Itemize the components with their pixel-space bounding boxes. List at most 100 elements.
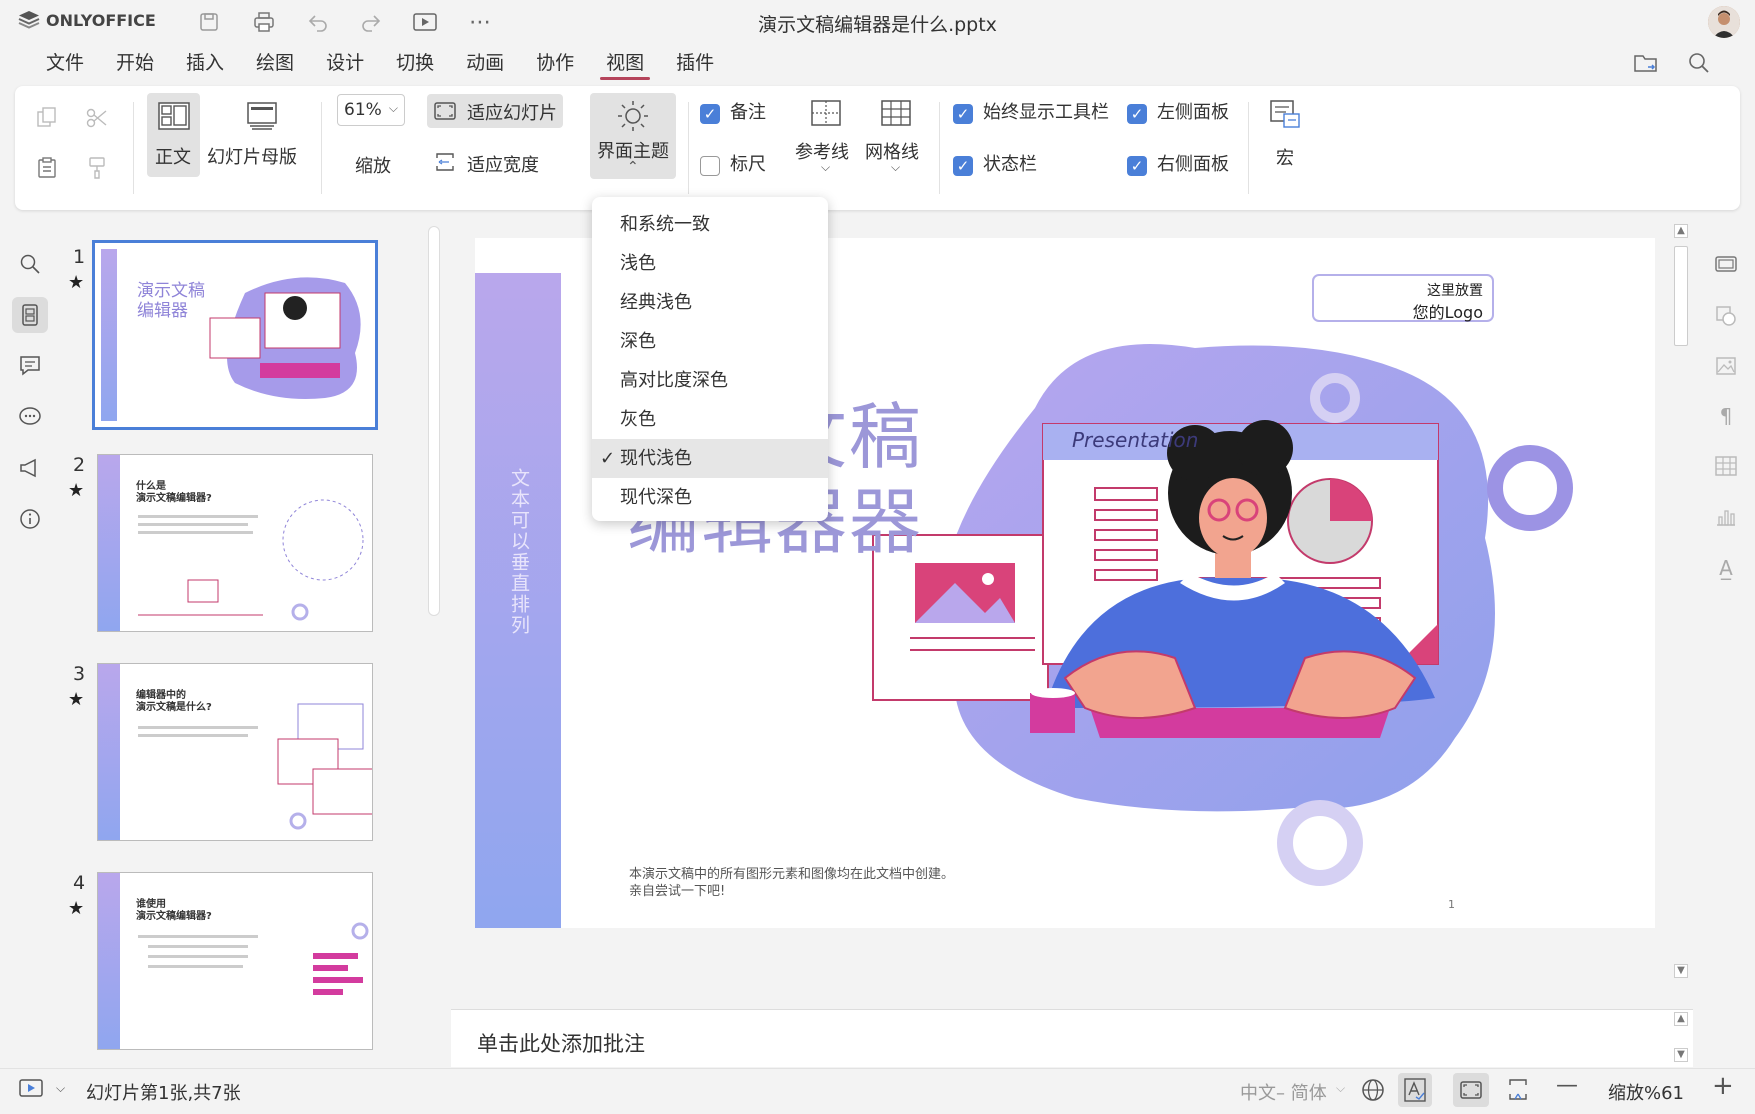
- left-panel-checkbox[interactable]: 左侧面板: [1127, 98, 1229, 124]
- scroll-thumb[interactable]: [1674, 246, 1688, 346]
- zoom-select[interactable]: 61% ⌵: [337, 94, 405, 126]
- tab-design[interactable]: 设计: [310, 44, 380, 82]
- cut-icon[interactable]: [85, 106, 109, 134]
- notes-scrollbar[interactable]: ▲ ▼: [1670, 1012, 1690, 1064]
- tab-insert[interactable]: 插入: [170, 44, 240, 82]
- image-settings-icon[interactable]: [1710, 350, 1742, 382]
- language-select[interactable]: 中文– 简体: [1240, 1079, 1327, 1105]
- tab-draw[interactable]: 绘图: [240, 44, 310, 82]
- chart-settings-icon[interactable]: [1710, 500, 1742, 532]
- slide-thumbnail-3[interactable]: 编辑器中的 演示文稿是什么?: [97, 663, 373, 841]
- thumb-1-art: [101, 249, 361, 421]
- scroll-down-icon[interactable]: ▼: [1674, 964, 1688, 978]
- notes-panel[interactable]: 单击此处添加批注: [451, 1009, 1693, 1067]
- theme-option-classic-light[interactable]: 经典浅色: [592, 283, 828, 322]
- notes-checkbox[interactable]: 备注: [700, 98, 766, 124]
- fit-slide-button[interactable]: 适应幻灯片: [427, 94, 563, 128]
- info-icon[interactable]: [12, 501, 48, 537]
- search-icon[interactable]: [12, 246, 48, 282]
- copy-icon[interactable]: [35, 106, 59, 134]
- fit-width-status-icon[interactable]: [1506, 1077, 1530, 1108]
- slide-scrollbar[interactable]: ▲ ▼: [1670, 224, 1690, 984]
- slide-settings-icon[interactable]: [1710, 248, 1742, 280]
- slide-thumbnail-4[interactable]: 谁使用 演示文稿编辑器?: [97, 872, 373, 1050]
- chevron-down-icon: ⌵: [891, 160, 901, 174]
- statusbar-check-icon: [953, 155, 973, 176]
- slide-master-button[interactable]: 幻灯片母版: [207, 93, 315, 177]
- open-location-icon[interactable]: [1632, 50, 1662, 80]
- fit-slide-status-button[interactable]: [1453, 1073, 1489, 1107]
- language-globe-icon[interactable]: [1360, 1077, 1386, 1108]
- star-icon: ★: [68, 689, 85, 710]
- comments-icon[interactable]: [12, 347, 48, 383]
- logo-placeholder-line1[interactable]: 这里放置: [1313, 280, 1483, 300]
- ruler-checkbox[interactable]: 标尺: [700, 150, 766, 176]
- theme-option-label: 现代浅色: [620, 448, 692, 469]
- guides-icon: [811, 100, 841, 126]
- scroll-up-icon[interactable]: ▲: [1674, 1012, 1688, 1026]
- text-art-settings-icon[interactable]: A̲: [1710, 552, 1742, 584]
- start-slideshow-button[interactable]: [18, 1077, 46, 1106]
- undo-icon[interactable]: [303, 8, 333, 36]
- shape-settings-icon[interactable]: [1710, 300, 1742, 332]
- zoom-out-icon[interactable]: —: [1556, 1073, 1578, 1098]
- always-show-toolbar-checkbox[interactable]: 始终显示工具栏: [953, 98, 1109, 124]
- guides-button[interactable]: 参考线 ⌵: [795, 94, 857, 186]
- zoom-in-icon[interactable]: +: [1712, 1071, 1734, 1101]
- tab-home[interactable]: 开始: [100, 44, 170, 82]
- slide-thumbnail-1[interactable]: 演示文稿 编辑器: [92, 240, 378, 430]
- slideshow-icon[interactable]: [410, 8, 440, 36]
- avatar[interactable]: [1708, 6, 1740, 38]
- theme-option-modern-light[interactable]: ✓ 现代浅色: [592, 439, 828, 478]
- gridlines-button[interactable]: 网格线 ⌵: [865, 94, 927, 186]
- scroll-up-icon[interactable]: ▲: [1674, 224, 1688, 238]
- tab-collaboration[interactable]: 协作: [520, 44, 590, 82]
- tab-transitions[interactable]: 切换: [380, 44, 450, 82]
- statusbar-checkbox[interactable]: 状态栏: [953, 150, 1037, 176]
- tab-view[interactable]: 视图: [590, 44, 660, 82]
- macros-button[interactable]: 宏: [1260, 94, 1310, 178]
- notes-placeholder: 单击此处添加批注: [477, 1032, 645, 1056]
- slide-footer-line2[interactable]: 亲自尝试一下吧!: [629, 880, 725, 899]
- theme-option-system[interactable]: 和系统一致: [592, 205, 828, 244]
- brand-name: ONLYOFFICE: [46, 10, 156, 30]
- chat-icon[interactable]: [12, 399, 48, 435]
- fit-width-button[interactable]: 适应宽度: [427, 144, 563, 178]
- thumbnails-scrollbar[interactable]: [428, 226, 440, 616]
- scroll-down-icon[interactable]: ▼: [1674, 1048, 1688, 1062]
- thumb-number: 4: [73, 872, 86, 894]
- theme-option-light[interactable]: 浅色: [592, 244, 828, 283]
- spell-check-button[interactable]: [1398, 1073, 1432, 1107]
- right-panel-checkbox[interactable]: 右侧面板: [1127, 150, 1229, 176]
- paste-icon[interactable]: [35, 156, 59, 184]
- print-icon[interactable]: [249, 8, 279, 36]
- redo-icon[interactable]: [356, 8, 386, 36]
- normal-view-button[interactable]: 正文: [147, 93, 200, 177]
- normal-view-label: 正文: [155, 147, 191, 168]
- paragraph-settings-icon[interactable]: ¶: [1710, 400, 1742, 432]
- feedback-icon[interactable]: [12, 450, 48, 486]
- logo-placeholder-line2[interactable]: 您的Logo: [1313, 299, 1483, 323]
- more-icon[interactable]: ⋯: [465, 8, 495, 36]
- tab-animation[interactable]: 动画: [450, 44, 520, 82]
- tab-plugins[interactable]: 插件: [660, 44, 730, 82]
- theme-option-contrast-dark[interactable]: 高对比度深色: [592, 361, 828, 400]
- thumb-number: 3: [73, 663, 86, 685]
- sun-icon: [618, 101, 648, 131]
- save-icon[interactable]: [194, 8, 224, 36]
- tab-file[interactable]: 文件: [30, 44, 100, 82]
- slide-thumbnail-2[interactable]: 什么是 演示文稿编辑器?: [97, 454, 373, 632]
- chevron-down-icon[interactable]: ⌵: [56, 1081, 65, 1096]
- theme-option-modern-dark[interactable]: 现代深色: [592, 478, 828, 517]
- status-bar: ⌵ 幻灯片第1张,共7张 中文– 简体 ⌵ — 缩放%61 +: [0, 1068, 1755, 1114]
- notes-check-icon: [700, 103, 720, 124]
- table-settings-icon[interactable]: [1710, 450, 1742, 482]
- search-icon[interactable]: [1686, 50, 1716, 80]
- format-painter-icon[interactable]: [85, 156, 109, 184]
- theme-option-dark[interactable]: 深色: [592, 322, 828, 361]
- chevron-down-icon: ⌵: [821, 160, 831, 174]
- vertical-text-box[interactable]: 文本可以垂直排列: [503, 468, 533, 636]
- interface-theme-button[interactable]: 界面主题 ⌃: [590, 93, 676, 179]
- slides-panel-icon[interactable]: [12, 297, 48, 333]
- theme-option-gray[interactable]: 灰色: [592, 400, 828, 439]
